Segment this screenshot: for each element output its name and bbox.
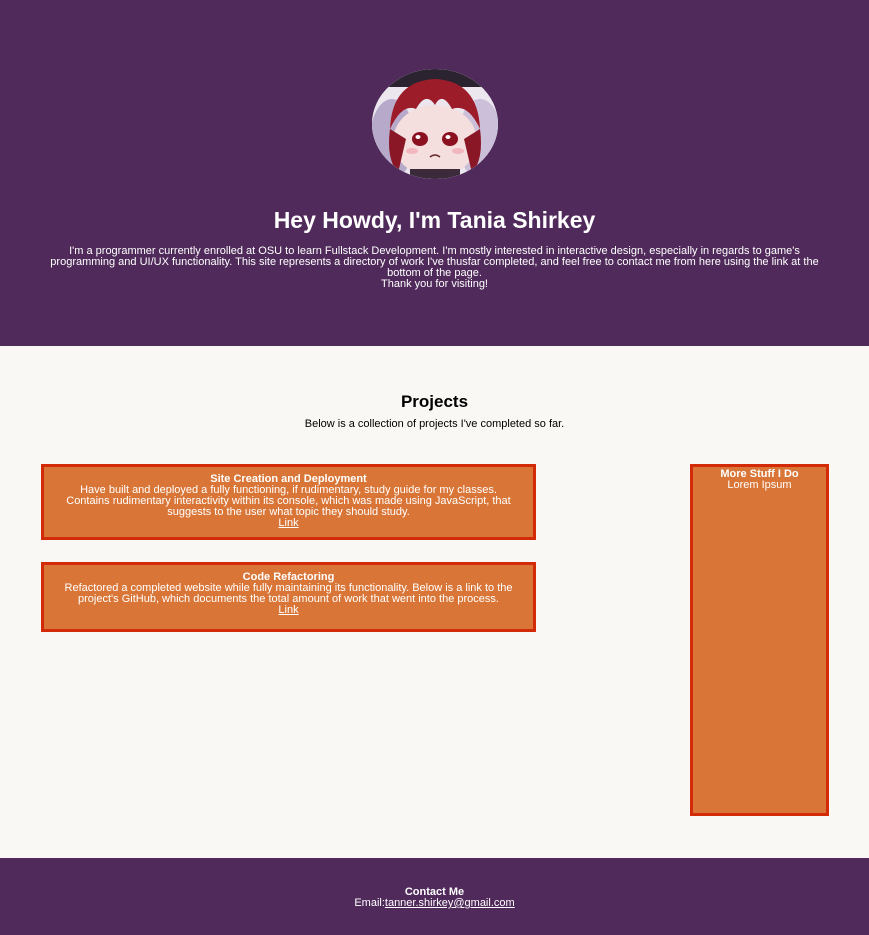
projects-title: Projects — [400, 392, 469, 411]
projects-subtitle: Below is a collection of projects I've c… — [304, 418, 565, 430]
project-link[interactable]: Link — [278, 517, 298, 529]
avatar-image — [372, 69, 498, 179]
email-link[interactable]: tanner.shirkey@gmail.com — [385, 897, 515, 909]
contact-line: Email:tanner.shirkey@gmail.com — [0, 898, 869, 909]
avatar — [372, 69, 498, 179]
project-card: Code Refactoring Refactored a completed … — [41, 562, 536, 632]
hero-header: Hey Howdy, I'm Tania Shirkey I'm a progr… — [0, 0, 869, 346]
project-link[interactable]: Link — [278, 604, 298, 616]
project-card: Site Creation and Deployment Have built … — [41, 464, 536, 540]
side-panel: More Stuff I Do Lorem Ipsum — [690, 464, 829, 816]
project-card-description: Have built and deployed a fully function… — [66, 484, 511, 518]
footer: Contact Me Email:tanner.shirkey@gmail.co… — [0, 858, 869, 935]
thanks-text: Thank you for visiting! — [381, 278, 488, 290]
side-panel-text: Lorem Ipsum — [727, 479, 792, 491]
project-card-description: Refactored a completed website while ful… — [64, 582, 513, 605]
page-title: Hey Howdy, I'm Tania Shirkey — [273, 207, 596, 233]
email-label: Email: — [354, 897, 385, 909]
intro-text: I'm a programmer currently enrolled at O… — [50, 245, 819, 279]
